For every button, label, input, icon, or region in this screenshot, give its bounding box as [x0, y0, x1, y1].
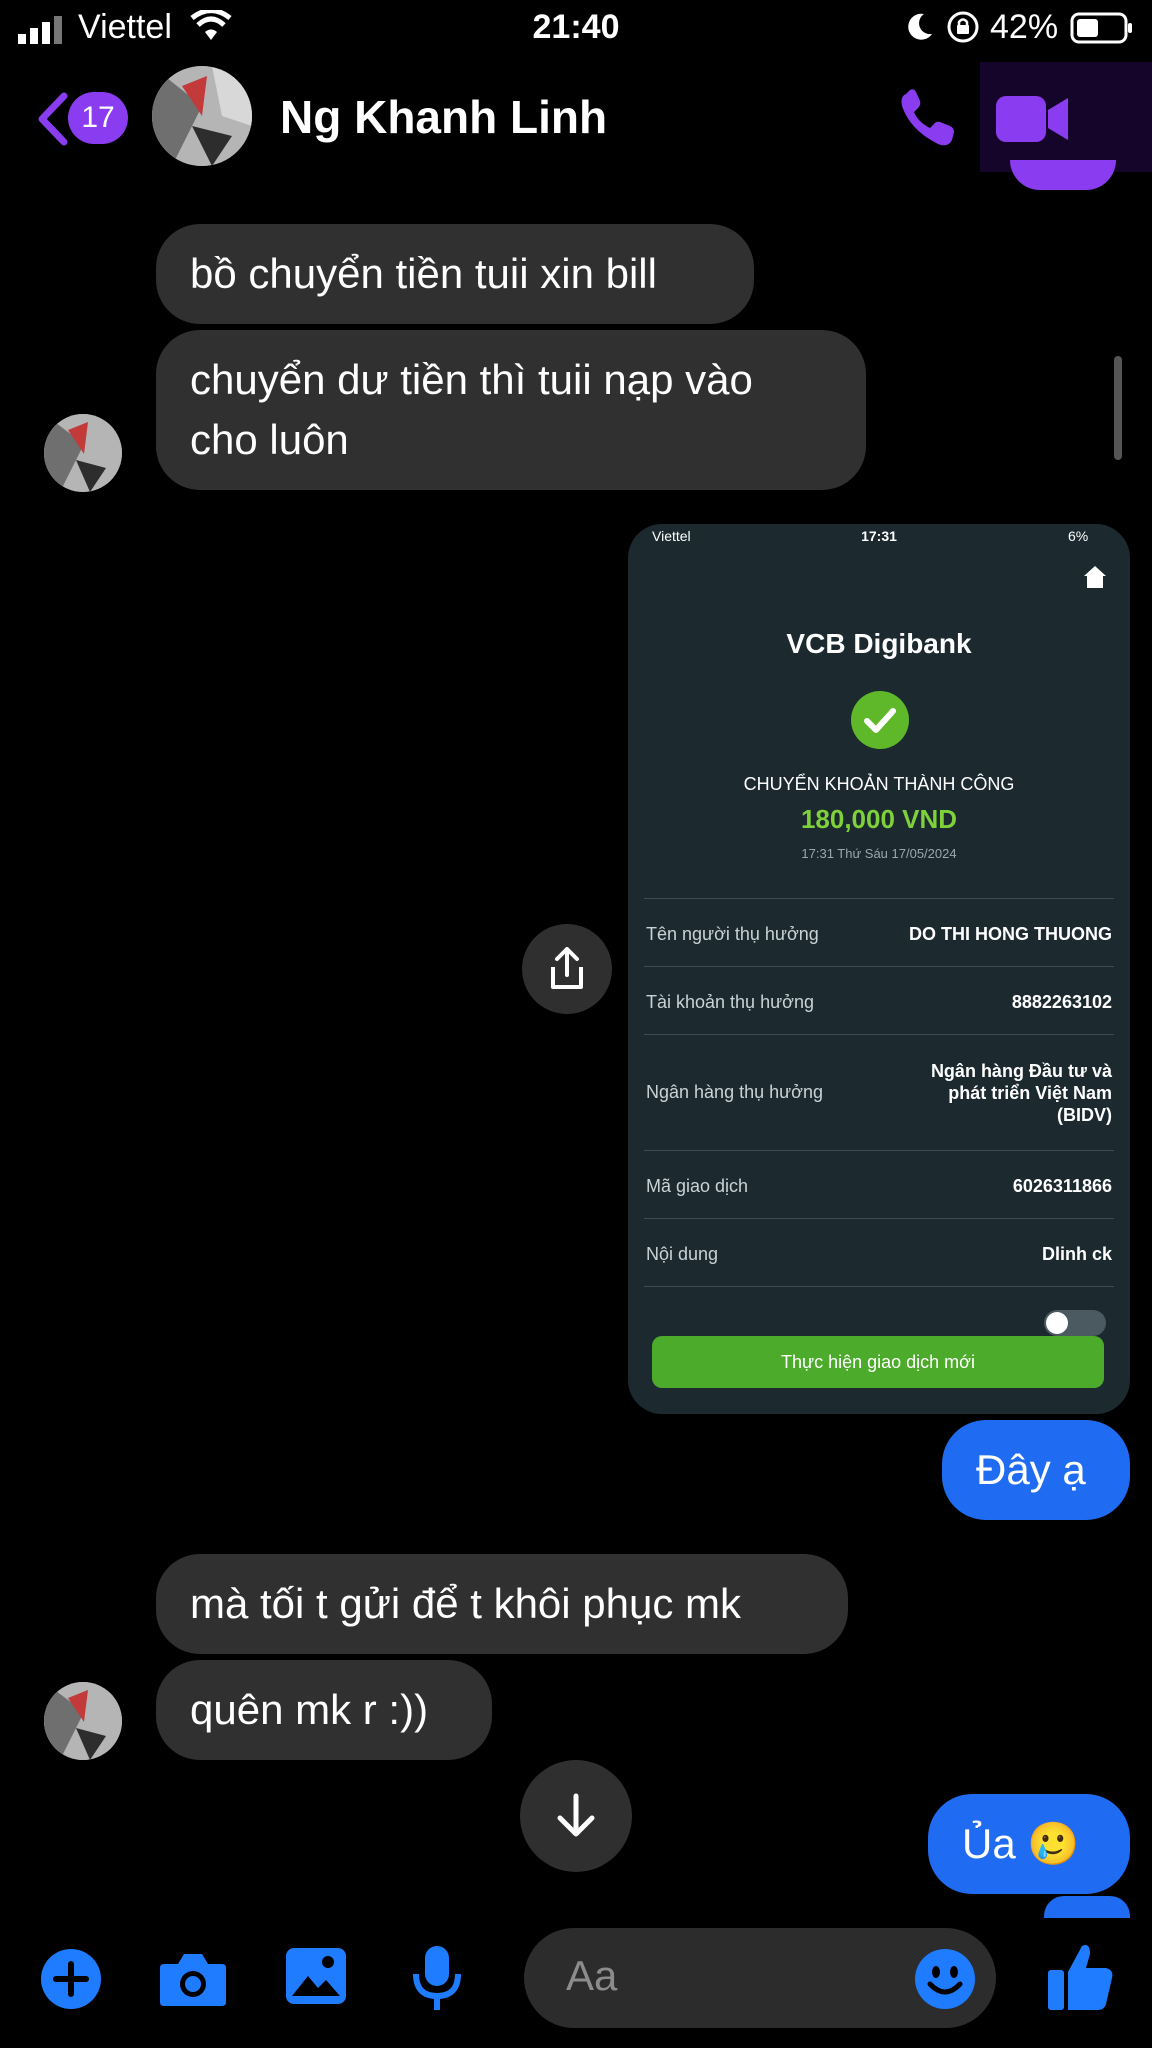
contact-avatar[interactable]	[152, 66, 252, 166]
phone-call-icon[interactable]	[896, 88, 958, 150]
message-input-placeholder: Aa	[566, 1952, 618, 1999]
thumbs-up-icon[interactable]	[1046, 1940, 1114, 2012]
message-bubble-received[interactable]: bồ chuyển tiền tuii xin bill	[156, 224, 754, 324]
contact-name[interactable]: Ng Khanh Linh	[280, 90, 607, 144]
status-bar: Viettel 21:40 42%	[0, 0, 1152, 58]
beneficiary-name-label: Tên người thụ hưởng	[646, 924, 819, 944]
avatar-image	[44, 1682, 122, 1760]
divider	[644, 898, 1114, 899]
transfer-note-label: Nội dung	[646, 1244, 719, 1264]
image-attachment[interactable]: Viettel 17:31 6% VCB Digibank CHUYỂN KHO…	[628, 524, 1130, 1414]
back-chevron-icon[interactable]	[34, 92, 70, 146]
camera-icon[interactable]	[158, 1950, 228, 2008]
message-input[interactable]: Aa	[524, 1928, 996, 2028]
transaction-id-value: 6026311866	[1012, 1176, 1112, 1196]
arrow-down-icon	[557, 1793, 595, 1837]
divider	[644, 1218, 1114, 1219]
scrollbar[interactable]	[1114, 356, 1122, 460]
attachment-battery: 6%	[1068, 528, 1089, 544]
divider	[644, 966, 1114, 967]
success-check-icon	[851, 691, 909, 749]
transfer-datetime: 17:31 Thứ Sáu 17/05/2024	[801, 846, 957, 861]
divider	[644, 1150, 1114, 1151]
beneficiary-bank-value: Ngân hàng Đầu tư và phát triển Việt Nam …	[930, 1061, 1112, 1125]
message-composer: Aa	[0, 1918, 1152, 2048]
plus-icon[interactable]	[40, 1948, 102, 2010]
transfer-amount: 180,000 VND	[800, 804, 958, 834]
beneficiary-account-label: Tài khoản thụ hưởng	[646, 992, 814, 1012]
microphone-icon[interactable]	[410, 1944, 464, 2014]
battery-percent: 42%	[990, 8, 1059, 46]
previous-message-tail	[1010, 160, 1116, 190]
message-bubble-sent[interactable]: Đây ạ	[942, 1420, 1130, 1520]
message-bubble-received[interactable]: chuyển dư tiền thì tuii nạp vào cho luôn	[156, 330, 866, 490]
beneficiary-bank-label: Ngân hàng thụ hưởng	[646, 1082, 823, 1102]
avatar-image	[152, 66, 252, 166]
rotation-lock-icon	[947, 11, 979, 43]
next-message-peek	[1044, 1896, 1130, 1918]
video-call-icon[interactable]	[994, 92, 1070, 146]
emoji-icon[interactable]	[914, 1948, 976, 2010]
new-transaction-button: Thực hiện giao dịch mới	[652, 1336, 1104, 1388]
unread-count-badge[interactable]: 17	[68, 92, 128, 144]
message-bubble-received[interactable]: mà tối t gửi để t khôi phục mk	[156, 1554, 848, 1654]
message-bubble-sent[interactable]: Ủa 🥲	[928, 1794, 1130, 1894]
battery-icon	[1070, 12, 1132, 44]
scroll-to-bottom-button[interactable]	[520, 1760, 632, 1872]
sender-avatar[interactable]	[44, 414, 122, 492]
transfer-note-value: Dlinh ck	[1041, 1244, 1112, 1264]
photo-gallery-icon[interactable]	[284, 1946, 348, 2006]
save-template-toggle	[1044, 1310, 1106, 1336]
bank-brand: VCB Digibank	[786, 628, 972, 659]
toggle-knob	[1046, 1312, 1068, 1334]
home-icon	[1084, 566, 1106, 588]
beneficiary-name-value: DO THI HONG THUONG	[909, 924, 1112, 944]
attachment-time: 17:31	[861, 528, 897, 544]
sender-avatar[interactable]	[44, 1682, 122, 1760]
beneficiary-account-value: 8882263102	[1011, 992, 1112, 1012]
divider	[644, 1034, 1114, 1035]
moon-icon	[908, 13, 932, 40]
avatar-image	[44, 414, 122, 492]
transfer-result: CHUYỂN KHOẢN THÀNH CÔNG	[743, 774, 1015, 794]
divider	[644, 1286, 1114, 1287]
chat-header: 17 Ng Khanh Linh	[0, 62, 1152, 172]
share-icon	[551, 947, 583, 989]
share-button[interactable]	[522, 924, 612, 1014]
transaction-id-label: Mã giao dịch	[646, 1176, 749, 1196]
message-bubble-received[interactable]: quên mk r :))	[156, 1660, 492, 1760]
